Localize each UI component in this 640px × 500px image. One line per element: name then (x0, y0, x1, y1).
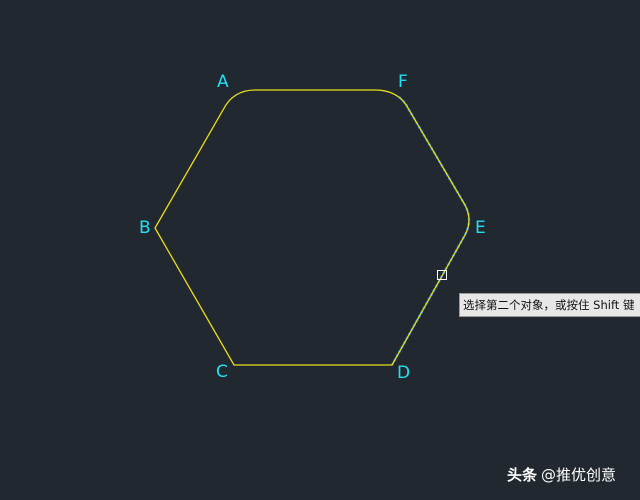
vertex-label-d: D (397, 363, 411, 383)
command-prompt-tooltip: 选择第二个对象，或按住 Shift 键 (459, 293, 640, 317)
vertex-label-e: E (475, 218, 486, 238)
cad-drawing-canvas[interactable]: A F B E C D 选择第二个对象，或按住 Shift 键 头条 @推优创意 (0, 0, 640, 500)
selected-edge-highlight[interactable] (390, 96, 471, 366)
watermark-brand: 头条 (507, 466, 538, 484)
selected-edge-core (391, 96, 470, 366)
tooltip-text: 选择第二个对象，或按住 Shift 键 (463, 298, 635, 312)
vertex-label-a: A (217, 72, 229, 92)
vertex-label-b: B (139, 218, 151, 238)
pickbox-cursor-icon (437, 270, 447, 280)
drawing-area (154, 89, 471, 366)
watermark: 头条 @推优创意 (507, 465, 616, 485)
watermark-handle: @推优创意 (541, 466, 617, 484)
vertex-label-c: C (216, 362, 228, 382)
vertex-label-f: F (398, 72, 408, 92)
